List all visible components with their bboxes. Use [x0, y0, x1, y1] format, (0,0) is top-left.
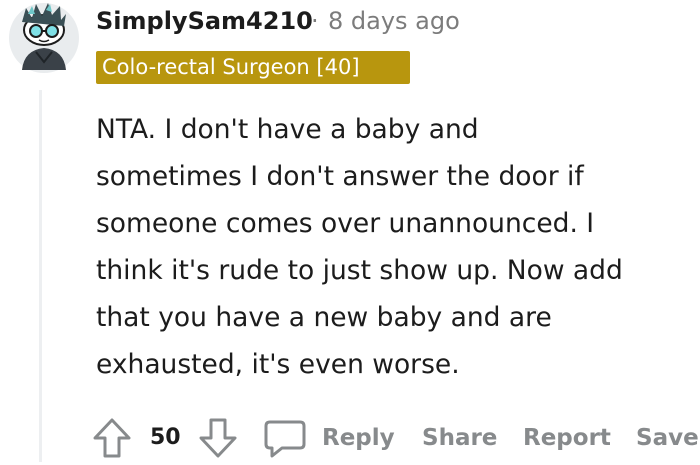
user-avatar[interactable]: [6, 0, 82, 76]
save-button[interactable]: Save: [636, 414, 699, 462]
save-label: Save: [636, 425, 699, 451]
comment-actions: 50 Reply Share Report Save: [90, 414, 700, 462]
report-label: Report: [523, 425, 611, 451]
snoo-avatar-icon: [9, 3, 79, 73]
comment-line: NTA. I don't have a baby and: [96, 114, 479, 145]
user-flair: Colo-rectal Surgeon [40]: [96, 51, 410, 84]
comment-line: that you have a new baby and are: [96, 302, 552, 333]
comment-line: someone comes over unannounced. I: [96, 208, 595, 239]
reply-button[interactable]: Reply: [262, 414, 395, 462]
thread-line[interactable]: [39, 90, 42, 462]
reply-label: Reply: [322, 425, 395, 451]
meta-separator: ·: [311, 7, 319, 35]
username-link[interactable]: SimplySam4210: [96, 4, 313, 38]
share-button[interactable]: Share: [422, 414, 497, 462]
upvote-arrow-icon: [93, 418, 131, 458]
upvote-button[interactable]: [90, 414, 134, 462]
report-button[interactable]: Report: [523, 414, 611, 462]
downvote-arrow-icon: [199, 418, 237, 458]
share-label: Share: [422, 425, 498, 451]
timestamp-link[interactable]: 8 days ago: [328, 4, 460, 38]
comment-bubble-icon: [264, 420, 306, 458]
downvote-button[interactable]: [196, 414, 240, 462]
comment-body: NTA. I don't have a baby and sometimes I…: [96, 106, 696, 388]
comment-line: sometimes I don't answer the door if: [96, 161, 584, 192]
comment: SimplySam4210 · 8 days ago Colo-rectal S…: [0, 0, 700, 465]
comment-line: think it's rude to just show up. Now add: [96, 255, 623, 286]
comment-line: exhausted, it's even worse.: [96, 349, 460, 380]
vote-score: 50: [150, 425, 181, 450]
